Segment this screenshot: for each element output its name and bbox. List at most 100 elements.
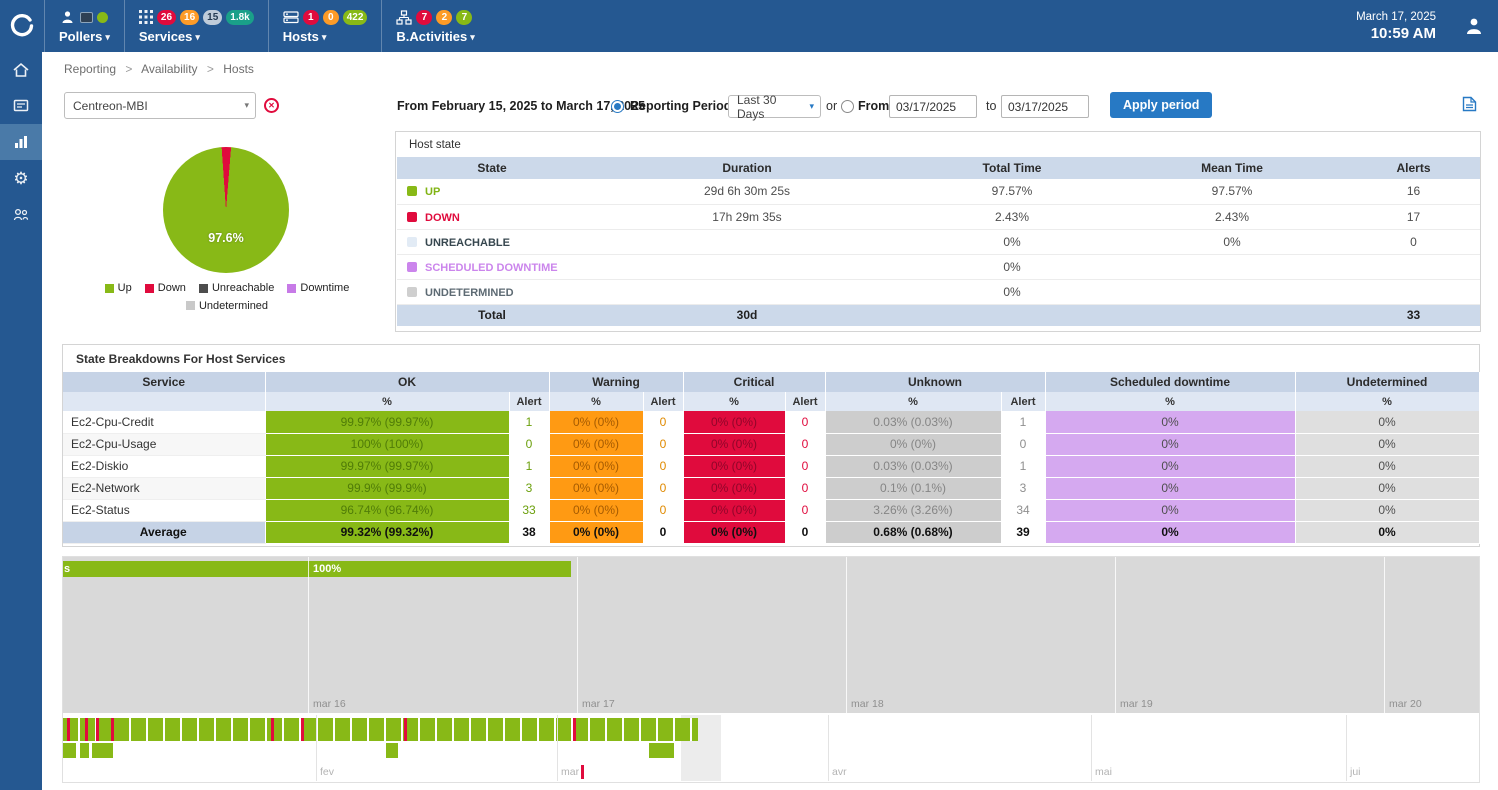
total-time-cell: 97.57% bbox=[907, 179, 1117, 204]
pie-legend: Up Down Unreachable Downtime Undetermine… bbox=[58, 282, 396, 317]
clear-filter-icon[interactable]: ✕ bbox=[264, 98, 279, 113]
breadcrumb-reporting[interactable]: Reporting bbox=[64, 62, 116, 76]
service-name: Ec2-Network bbox=[63, 477, 265, 499]
table-row: Ec2-Cpu-Credit 99.97% (99.97%) 1 0% (0%)… bbox=[63, 411, 1479, 433]
sub-col: % bbox=[683, 392, 785, 411]
table-row: UNDETERMINED 0% bbox=[397, 279, 1480, 304]
hosts-up-badge[interactable]: 422 bbox=[343, 10, 368, 25]
warning-alert-cell: 0 bbox=[643, 521, 683, 543]
critical-alert-cell: 0 bbox=[785, 433, 825, 455]
availability-pie[interactable] bbox=[163, 147, 289, 273]
sub-col: % bbox=[825, 392, 1001, 411]
scheduled-downtime-cell: 0% bbox=[1045, 433, 1295, 455]
export-report-icon[interactable] bbox=[1462, 96, 1477, 117]
period-select[interactable]: Last 30 Days ▾ bbox=[728, 95, 821, 118]
from-date-input[interactable] bbox=[889, 95, 977, 118]
nav-pollers-label: Pollers bbox=[59, 29, 102, 44]
sidebar-item-reporting[interactable] bbox=[0, 124, 42, 160]
warning-alert-cell: 0 bbox=[643, 477, 683, 499]
undetermined-cell: 0% bbox=[1295, 521, 1479, 543]
scheduled-downtime-swatch bbox=[407, 262, 417, 272]
custom-period-radio[interactable] bbox=[841, 100, 854, 113]
sidebar-item-administration[interactable] bbox=[0, 196, 42, 232]
breadcrumb-availability[interactable]: Availability bbox=[141, 62, 197, 76]
down-event-line bbox=[301, 718, 304, 741]
to-label: to bbox=[986, 99, 996, 113]
timeline-main-plot[interactable]: s 100% mar 16mar 17mar 18mar 19mar 20 bbox=[63, 557, 1479, 713]
timeline-mini-plot[interactable]: fevmaravrmaijui bbox=[63, 715, 1479, 781]
sidebar-item-configuration[interactable]: ⚙ bbox=[0, 160, 42, 196]
document-icon bbox=[1462, 96, 1477, 112]
centreon-logo[interactable] bbox=[0, 0, 44, 52]
current-date: March 17, 2025 bbox=[1356, 11, 1436, 23]
warning-percent-cell: 0% (0%) bbox=[549, 411, 643, 433]
services-grid-icon bbox=[139, 10, 153, 24]
to-date-input[interactable] bbox=[1001, 95, 1089, 118]
total-duration-cell: 30d bbox=[587, 304, 907, 326]
services-ok-badge[interactable]: 1.8k bbox=[226, 10, 253, 25]
undetermined-cell: 0% bbox=[1295, 455, 1479, 477]
table-row: DOWN 17h 29m 35s 2.43% 2.43% 17 bbox=[397, 204, 1480, 229]
nav-services[interactable]: 26 16 15 1.8k Services▾ bbox=[124, 0, 268, 52]
sub-col: Alert bbox=[785, 392, 825, 411]
services-unknown-badge[interactable]: 15 bbox=[203, 10, 222, 25]
services-warning-badge[interactable]: 16 bbox=[180, 10, 199, 25]
unknown-alert-cell: 1 bbox=[1001, 411, 1045, 433]
undetermined-state-swatch bbox=[407, 287, 417, 297]
down-event-line bbox=[85, 718, 88, 741]
ok-alert-cell: 1 bbox=[509, 411, 549, 433]
timeline-month-label: jui bbox=[1350, 766, 1361, 778]
nav-hosts[interactable]: 1 0 422 Hosts▾ bbox=[268, 0, 382, 52]
ok-alert-cell: 0 bbox=[509, 433, 549, 455]
warning-percent-cell: 0% (0%) bbox=[549, 521, 643, 543]
centreon-reporting-page: Pollers▾ 26 16 15 1.8k Services▾ 1 0 422… bbox=[0, 0, 1498, 790]
ok-percent-cell: 99.9% (99.9%) bbox=[265, 477, 509, 499]
duration-cell bbox=[587, 229, 907, 254]
ba-ok-badge[interactable]: 7 bbox=[456, 10, 472, 25]
user-menu-button[interactable] bbox=[1450, 0, 1498, 52]
hosts-unreachable-badge[interactable]: 0 bbox=[323, 10, 339, 25]
host-state-header-row: State Duration Total Time Mean Time Aler… bbox=[397, 157, 1480, 179]
alerts-cell: 16 bbox=[1347, 179, 1480, 204]
host-state-panel: Host state State Duration Total Time Mea… bbox=[395, 131, 1481, 332]
timeline-month-label: mar bbox=[561, 766, 579, 778]
unknown-alert-cell: 34 bbox=[1001, 499, 1045, 521]
mean-time-cell bbox=[1117, 279, 1347, 304]
warning-percent-cell: 0% (0%) bbox=[549, 433, 643, 455]
ba-warning-badge[interactable]: 2 bbox=[436, 10, 452, 25]
table-row: SCHEDULED DOWNTIME 0% bbox=[397, 254, 1480, 279]
critical-percent-cell: 0% (0%) bbox=[683, 477, 785, 499]
apply-period-button[interactable]: Apply period bbox=[1110, 92, 1212, 118]
reporting-period-radio[interactable] bbox=[611, 100, 624, 113]
state-cell: SCHEDULED DOWNTIME bbox=[397, 254, 587, 279]
chevron-down-icon: ▾ bbox=[105, 32, 110, 42]
timeline-value-label: 100% bbox=[313, 563, 341, 575]
ba-critical-badge[interactable]: 7 bbox=[416, 10, 432, 25]
sidebar-item-home[interactable] bbox=[0, 52, 42, 88]
col-duration: Duration bbox=[587, 157, 907, 179]
monitoring-icon bbox=[12, 97, 30, 115]
services-critical-badge[interactable]: 26 bbox=[157, 10, 176, 25]
nav-pollers[interactable]: Pollers▾ bbox=[44, 0, 124, 52]
total-time-cell: 0% bbox=[907, 254, 1117, 279]
up-state-swatch bbox=[407, 186, 417, 196]
hosts-down-badge[interactable]: 1 bbox=[303, 10, 319, 25]
ok-percent-cell: 96.74% (96.74%) bbox=[265, 499, 509, 521]
critical-alert-cell: 0 bbox=[785, 521, 825, 543]
nav-bactivities[interactable]: 7 2 7 B.Activities▾ bbox=[381, 0, 488, 52]
warning-alert-cell: 0 bbox=[643, 499, 683, 521]
timeline-day-label: mar 18 bbox=[851, 698, 884, 710]
host-filter-select[interactable]: Centreon-MBI ▾ bbox=[64, 92, 256, 119]
chevron-down-icon: ▾ bbox=[322, 32, 327, 42]
down-event-line bbox=[67, 718, 70, 741]
period-select-value: Last 30 Days bbox=[737, 93, 800, 121]
sidebar-item-monitoring[interactable] bbox=[0, 88, 42, 124]
centreon-logo-icon bbox=[9, 13, 35, 39]
critical-percent-cell: 0% (0%) bbox=[683, 499, 785, 521]
undetermined-cell: 0% bbox=[1295, 411, 1479, 433]
critical-percent-cell: 0% (0%) bbox=[683, 411, 785, 433]
mean-time-cell: 97.57% bbox=[1117, 179, 1347, 204]
duration-cell bbox=[587, 254, 907, 279]
host-filter-value: Centreon-MBI bbox=[73, 99, 148, 113]
col-alerts: Alerts bbox=[1347, 157, 1480, 179]
